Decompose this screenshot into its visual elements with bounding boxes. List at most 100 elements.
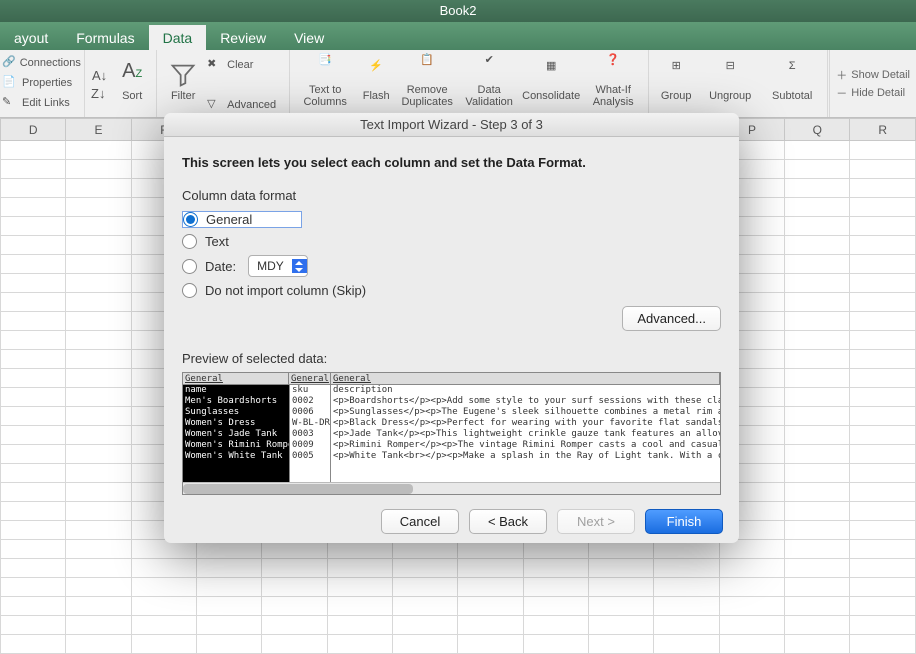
cell[interactable] bbox=[262, 559, 327, 578]
cell[interactable] bbox=[1, 179, 66, 198]
cell[interactable] bbox=[719, 559, 784, 578]
cell[interactable] bbox=[785, 559, 850, 578]
tab-formulas[interactable]: Formulas bbox=[62, 25, 148, 50]
column-header[interactable]: D bbox=[1, 119, 66, 141]
cell[interactable] bbox=[66, 312, 131, 331]
cell[interactable] bbox=[785, 407, 850, 426]
cell[interactable] bbox=[850, 388, 916, 407]
cell[interactable] bbox=[1, 540, 66, 559]
cell[interactable] bbox=[66, 198, 131, 217]
cell[interactable] bbox=[66, 635, 131, 654]
cell[interactable] bbox=[131, 635, 196, 654]
cell[interactable] bbox=[66, 502, 131, 521]
cell[interactable] bbox=[1, 312, 66, 331]
cell[interactable] bbox=[850, 331, 916, 350]
cell[interactable] bbox=[1, 198, 66, 217]
radio-general[interactable]: General bbox=[182, 211, 302, 228]
ungroup-button[interactable]: ⊟Ungroup bbox=[699, 61, 761, 106]
cell[interactable] bbox=[131, 578, 196, 597]
cell[interactable] bbox=[262, 578, 327, 597]
cell[interactable] bbox=[393, 616, 458, 635]
advanced-filter-button[interactable]: ▽Advanced bbox=[207, 96, 281, 115]
cell[interactable] bbox=[589, 578, 654, 597]
cell[interactable] bbox=[1, 426, 66, 445]
text-to-columns-button[interactable]: 📑Text to Columns bbox=[294, 55, 356, 111]
cell[interactable] bbox=[1, 407, 66, 426]
cell[interactable] bbox=[589, 635, 654, 654]
cell[interactable] bbox=[850, 559, 916, 578]
scrollbar-thumb[interactable] bbox=[183, 484, 413, 494]
date-format-select[interactable]: MDY bbox=[248, 255, 308, 277]
cell[interactable] bbox=[66, 464, 131, 483]
cell[interactable] bbox=[66, 160, 131, 179]
sort-desc-icon[interactable]: Z↓ bbox=[89, 86, 110, 101]
cell[interactable] bbox=[1, 255, 66, 274]
cell[interactable] bbox=[850, 483, 916, 502]
cell[interactable] bbox=[197, 578, 262, 597]
cell[interactable] bbox=[850, 597, 916, 616]
cell[interactable] bbox=[719, 635, 784, 654]
cell[interactable] bbox=[1, 521, 66, 540]
cell[interactable] bbox=[458, 578, 523, 597]
cell[interactable] bbox=[1, 597, 66, 616]
cell[interactable] bbox=[785, 312, 850, 331]
cell[interactable] bbox=[262, 635, 327, 654]
cell[interactable] bbox=[785, 160, 850, 179]
cell[interactable] bbox=[850, 502, 916, 521]
cell[interactable] bbox=[327, 559, 392, 578]
cell[interactable] bbox=[131, 616, 196, 635]
cell[interactable] bbox=[1, 293, 66, 312]
cell[interactable] bbox=[1, 350, 66, 369]
radio-text[interactable]: Text bbox=[182, 234, 721, 249]
cell[interactable] bbox=[523, 616, 588, 635]
cell[interactable] bbox=[393, 578, 458, 597]
radio-date[interactable]: Date: MDY bbox=[182, 255, 721, 277]
cell[interactable] bbox=[654, 616, 719, 635]
cell[interactable] bbox=[850, 521, 916, 540]
cell[interactable] bbox=[66, 350, 131, 369]
cell[interactable] bbox=[393, 559, 458, 578]
cell[interactable] bbox=[785, 445, 850, 464]
cell[interactable] bbox=[850, 160, 916, 179]
cell[interactable] bbox=[785, 578, 850, 597]
cell[interactable] bbox=[1, 236, 66, 255]
cell[interactable] bbox=[1, 274, 66, 293]
cell[interactable] bbox=[66, 369, 131, 388]
cell[interactable] bbox=[785, 502, 850, 521]
cell[interactable] bbox=[850, 350, 916, 369]
cell[interactable] bbox=[66, 521, 131, 540]
cell[interactable] bbox=[66, 388, 131, 407]
cell[interactable] bbox=[785, 464, 850, 483]
back-button[interactable]: < Back bbox=[469, 509, 547, 534]
subtotal-button[interactable]: ΣSubtotal bbox=[761, 61, 823, 106]
cell[interactable] bbox=[1, 445, 66, 464]
cell[interactable] bbox=[785, 331, 850, 350]
cell[interactable] bbox=[66, 255, 131, 274]
cell[interactable] bbox=[66, 483, 131, 502]
cell[interactable] bbox=[785, 236, 850, 255]
preview-col-2[interactable]: description<p>Boardshorts</p><p>Add some… bbox=[331, 385, 720, 482]
cell[interactable] bbox=[785, 198, 850, 217]
preview-col-0[interactable]: nameMen's BoardshortsSunglassesWomen's D… bbox=[183, 385, 289, 482]
tab-layout[interactable]: ayout bbox=[0, 25, 62, 50]
cell[interactable] bbox=[1, 369, 66, 388]
cell[interactable] bbox=[850, 578, 916, 597]
cell[interactable] bbox=[850, 217, 916, 236]
cell[interactable] bbox=[66, 236, 131, 255]
cell[interactable] bbox=[523, 635, 588, 654]
cell[interactable] bbox=[785, 426, 850, 445]
cell[interactable] bbox=[654, 559, 719, 578]
hide-detail-button[interactable]: －Hide Detail bbox=[836, 85, 905, 101]
preview-h-scrollbar[interactable] bbox=[183, 482, 720, 494]
cell[interactable] bbox=[719, 578, 784, 597]
cell[interactable] bbox=[654, 578, 719, 597]
cancel-button[interactable]: Cancel bbox=[381, 509, 459, 534]
cell[interactable] bbox=[393, 635, 458, 654]
cell[interactable] bbox=[66, 559, 131, 578]
cell[interactable] bbox=[785, 179, 850, 198]
cell[interactable] bbox=[1, 141, 66, 160]
cell[interactable] bbox=[458, 597, 523, 616]
cell[interactable] bbox=[785, 616, 850, 635]
cell[interactable] bbox=[850, 255, 916, 274]
cell[interactable] bbox=[850, 179, 916, 198]
